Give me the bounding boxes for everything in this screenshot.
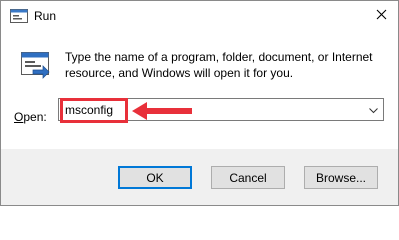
- annotation-highlight-box: [60, 98, 128, 123]
- dropdown-button[interactable]: [363, 99, 383, 120]
- chevron-down-icon: [368, 103, 378, 117]
- window-title: Run: [34, 9, 57, 23]
- dialog-content: Type the name of a program, folder, docu…: [1, 31, 398, 149]
- close-icon: [376, 9, 387, 23]
- button-bar: OK Cancel Browse...: [1, 149, 398, 205]
- cancel-button[interactable]: Cancel: [211, 166, 285, 189]
- open-label-accelerator: O: [14, 110, 24, 124]
- title-bar[interactable]: Run: [1, 1, 398, 31]
- open-label: Open:: [14, 110, 47, 124]
- run-program-icon: [19, 48, 51, 80]
- annotation-arrow-icon: [132, 102, 192, 120]
- close-button[interactable]: [364, 1, 398, 31]
- run-dialog: Run Type the name of a program, folder, …: [0, 0, 399, 206]
- browse-button[interactable]: Browse...: [304, 166, 378, 189]
- run-app-icon: [10, 9, 28, 23]
- dialog-description: Type the name of a program, folder, docu…: [65, 50, 373, 80]
- ok-button[interactable]: OK: [118, 166, 192, 189]
- open-label-text: pen:: [23, 110, 47, 124]
